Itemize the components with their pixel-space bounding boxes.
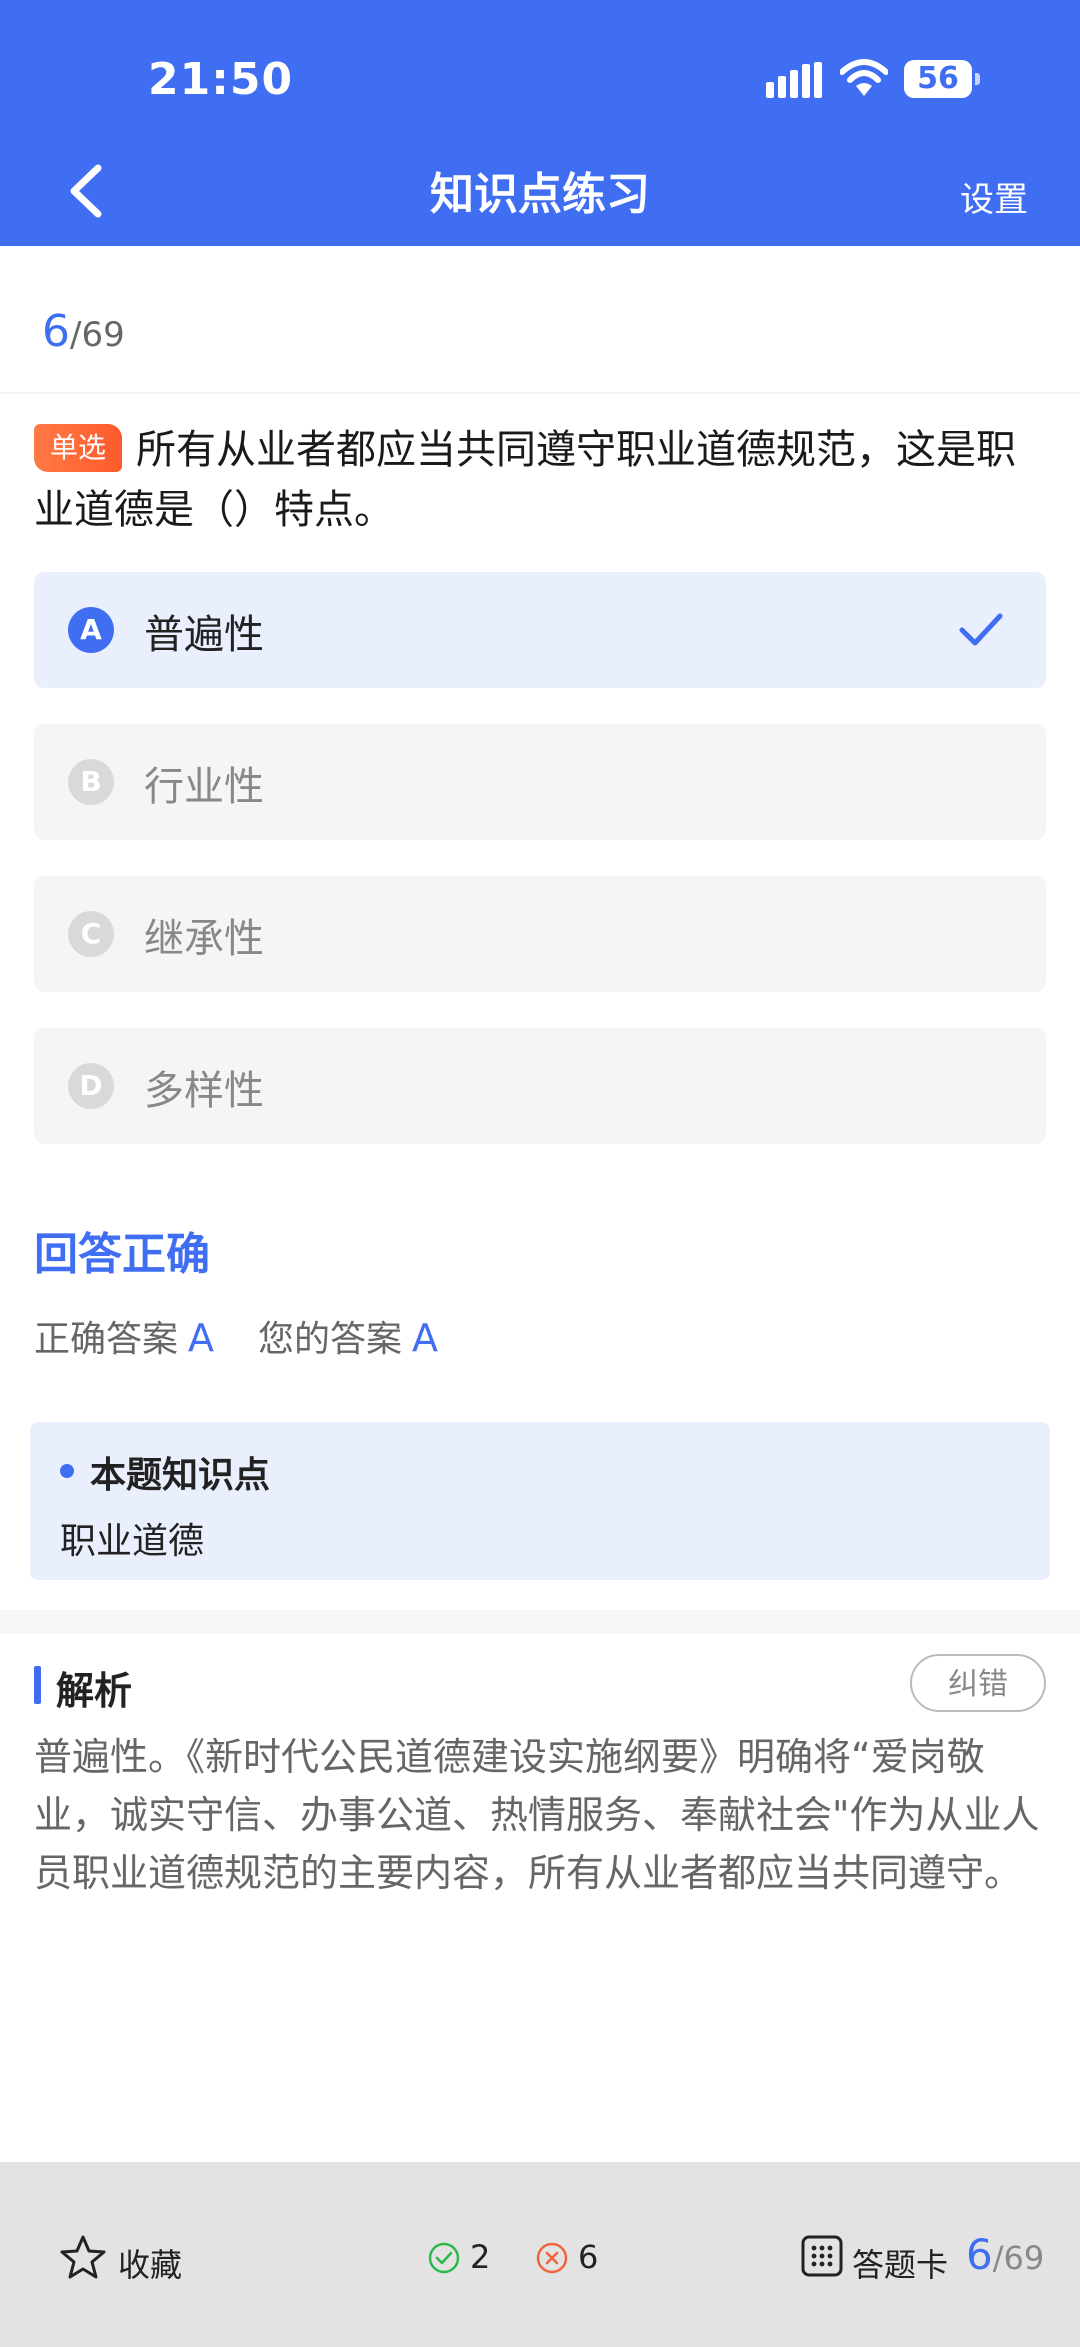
- battery-indicator: 56: [904, 60, 980, 98]
- wrong-count-value: 6: [578, 2238, 599, 2276]
- top-header: 21:50 56 知识点练习 设置: [0, 0, 1080, 246]
- section-accent-bar: [34, 1666, 41, 1704]
- total-questions: /69: [70, 315, 125, 355]
- option-letter: C: [68, 911, 114, 957]
- page-title: 知识点练习: [430, 169, 650, 220]
- your-answer-label: 您的答案: [258, 1319, 403, 1360]
- knowledge-point-title: 本题知识点: [90, 1455, 271, 1496]
- check-circle-icon: [428, 2242, 460, 2274]
- divider: [0, 392, 1080, 394]
- settings-button[interactable]: 设置: [960, 172, 1028, 221]
- analysis-title: 解析: [56, 1669, 133, 1713]
- bottom-total: /69: [992, 2239, 1045, 2277]
- option-letter: D: [68, 1063, 114, 1109]
- x-circle-icon: [536, 2242, 568, 2274]
- bullet-dot: [60, 1464, 74, 1478]
- option-letter: A: [68, 607, 114, 653]
- option-c[interactable]: C 继承性: [34, 876, 1046, 992]
- cellular-signal-icon: [766, 62, 822, 98]
- option-text: 多样性: [144, 1068, 264, 1114]
- favorite-label: 收藏: [118, 2246, 183, 2284]
- correct-count-value: 2: [470, 2238, 491, 2276]
- knowledge-point-box: 本题知识点 职业道德: [30, 1422, 1050, 1580]
- your-answer-value: A: [412, 1316, 439, 1360]
- status-time: 21:50: [148, 54, 294, 105]
- knowledge-point-value: 职业道德: [60, 1521, 205, 1562]
- option-text: 继承性: [144, 916, 264, 962]
- bottom-toolbar: 收藏 2 6 答题卡 6/69: [0, 2162, 1080, 2347]
- section-divider: [0, 1610, 1080, 1634]
- answer-summary: 正确答案 A 您的答案 A: [34, 1310, 482, 1362]
- question-type-badge: 单选: [34, 424, 123, 472]
- current-question-number: 6: [42, 306, 70, 357]
- bottom-question-counter: 6/69: [966, 2230, 1044, 2279]
- bottom-current-number: 6: [966, 2230, 993, 2279]
- option-a[interactable]: A 普遍性: [34, 572, 1046, 688]
- option-text: 普遍性: [144, 612, 264, 658]
- answer-card-label: 答题卡: [852, 2246, 949, 2284]
- grid-icon: [801, 2235, 843, 2277]
- star-icon: [60, 2235, 106, 2279]
- option-text: 行业性: [144, 764, 264, 810]
- option-b[interactable]: B 行业性: [34, 724, 1046, 840]
- correct-answer-label: 正确答案: [34, 1319, 179, 1360]
- question-counter: 6/69: [42, 306, 125, 357]
- wifi-icon: [840, 59, 888, 96]
- correct-answer-value: A: [188, 1316, 215, 1360]
- option-d[interactable]: D 多样性: [34, 1028, 1046, 1144]
- analysis-text: 普遍性。《新时代公民道德建设实施纲要》明确将“爱岗敬业，诚实守信、办事公道、热情…: [34, 1735, 1040, 1895]
- question-text: 所有从业者都应当共同遵守职业道德规范，这是职业道德是（）特点。: [34, 427, 1017, 533]
- question-stem: 单选 所有从业者都应当共同遵守职业道德规范，这是职业道德是（）特点。: [34, 420, 1046, 540]
- result-title: 回答正确: [34, 1229, 210, 1280]
- report-error-button[interactable]: 纠错: [910, 1654, 1046, 1712]
- option-letter: B: [68, 759, 114, 805]
- check-icon: [959, 613, 1003, 646]
